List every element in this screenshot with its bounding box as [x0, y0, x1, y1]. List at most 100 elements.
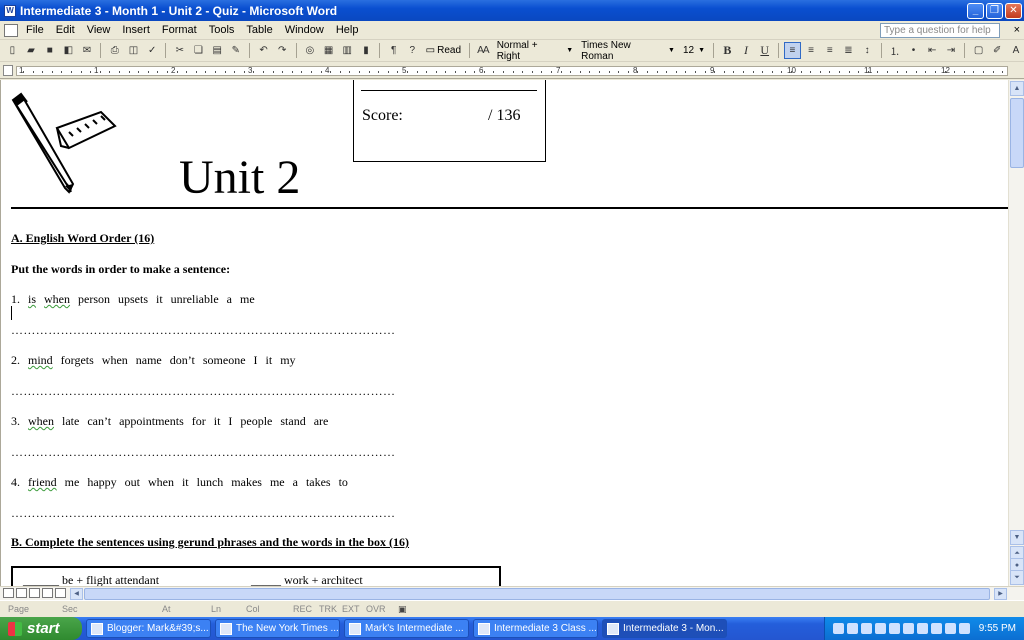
next-page-icon[interactable]: ⏷: [1010, 570, 1024, 585]
taskbar-button-nytimes[interactable]: The New York Times ...: [215, 619, 340, 638]
undo-icon[interactable]: ↶: [255, 42, 272, 59]
scroll-right-icon[interactable]: ▶: [994, 588, 1007, 600]
numbering-icon[interactable]: ⒈: [886, 42, 903, 59]
tray-icon[interactable]: [888, 623, 900, 634]
paste-icon[interactable]: ▤: [209, 42, 226, 59]
minimize-button[interactable]: _: [967, 2, 984, 19]
reading-layout-icon[interactable]: [55, 588, 66, 598]
copy-icon[interactable]: ❏: [190, 42, 207, 59]
tray-icon[interactable]: [860, 623, 872, 634]
menu-edit[interactable]: Edit: [50, 24, 81, 36]
open-folder-icon[interactable]: ▰: [23, 42, 40, 59]
align-right-icon[interactable]: ≡: [821, 42, 838, 59]
print-preview-icon[interactable]: ◫: [125, 42, 142, 59]
menu-view[interactable]: View: [81, 24, 117, 36]
tray-icon[interactable]: [902, 623, 914, 634]
highlight-icon[interactable]: ✐: [989, 42, 1006, 59]
insert-table-icon[interactable]: ▥: [339, 42, 356, 59]
scroll-down-icon[interactable]: ▼: [1010, 530, 1024, 545]
menu-insert[interactable]: Insert: [116, 24, 156, 36]
read-button[interactable]: ▭ Read: [423, 45, 464, 56]
menu-tools[interactable]: Tools: [203, 24, 241, 36]
italic-button[interactable]: I: [738, 42, 755, 59]
status-trk[interactable]: TRK: [319, 604, 337, 614]
spelling-icon[interactable]: ✓: [144, 42, 161, 59]
taskbar-button-class-folder[interactable]: Intermediate 3 Class ...: [473, 619, 598, 638]
scroll-thumb[interactable]: [1010, 98, 1024, 168]
status-ovr[interactable]: OVR: [366, 604, 386, 614]
taskbar-button-word[interactable]: Intermediate 3 - Mon...: [602, 619, 727, 638]
show-hide-icon[interactable]: ¶: [385, 42, 402, 59]
print-layout-view-icon[interactable]: [29, 588, 40, 598]
tray-icon[interactable]: [874, 623, 886, 634]
bold-button[interactable]: B: [719, 42, 736, 59]
vertical-scrollbar[interactable]: ▲ ▼ ⏶ ● ⏷: [1008, 80, 1024, 586]
align-center-icon[interactable]: ≡: [803, 42, 820, 59]
styles-icon[interactable]: Ꜳ: [475, 42, 492, 59]
ruler-tick: [195, 71, 197, 73]
print-icon[interactable]: ⎙: [106, 42, 123, 59]
close-document-icon[interactable]: ×: [1014, 24, 1020, 36]
help-icon[interactable]: ?: [404, 42, 421, 59]
tray-icon[interactable]: [832, 623, 844, 634]
justify-icon[interactable]: ≣: [840, 42, 857, 59]
document-icon[interactable]: [4, 23, 18, 37]
menu-table[interactable]: Table: [240, 24, 278, 36]
start-button[interactable]: start: [0, 617, 82, 640]
tables-borders-icon[interactable]: ▦: [320, 42, 337, 59]
decrease-indent-icon[interactable]: ⇤: [924, 42, 941, 59]
scroll-up-icon[interactable]: ▲: [1010, 81, 1024, 96]
tray-icon[interactable]: [944, 623, 956, 634]
hyperlink-icon[interactable]: ◎: [302, 42, 319, 59]
status-ext[interactable]: EXT: [342, 604, 360, 614]
border-icon[interactable]: ▢: [970, 42, 987, 59]
menu-file[interactable]: File: [20, 24, 50, 36]
align-left-icon[interactable]: ≡: [784, 42, 801, 59]
menu-format[interactable]: Format: [156, 24, 203, 36]
email-icon[interactable]: ✉: [79, 42, 96, 59]
tab-selector-icon[interactable]: [3, 65, 13, 76]
redo-icon[interactable]: ↷: [274, 42, 291, 59]
ruler-track[interactable]: 1123456789101112: [16, 66, 1008, 76]
outline-view-icon[interactable]: [42, 588, 53, 598]
increase-indent-icon[interactable]: ⇥: [943, 42, 960, 59]
spelling-status-icon[interactable]: ▣: [398, 604, 407, 615]
word-app-icon[interactable]: W: [4, 4, 16, 17]
taskbar-button-marks-intermediate[interactable]: Mark's Intermediate ...: [344, 619, 469, 638]
document-page[interactable]: Score: / 136 Unit 2 A. English Word Orde…: [0, 80, 1008, 586]
title-bar[interactable]: W Intermediate 3 - Month 1 - Unit 2 - Qu…: [0, 0, 1024, 21]
font-color-icon[interactable]: A: [1008, 42, 1024, 59]
tray-icon[interactable]: [930, 623, 942, 634]
ruler[interactable]: 1123456789101112: [0, 63, 1024, 79]
menu-help[interactable]: Help: [330, 24, 365, 36]
ruler-tick: [906, 71, 908, 73]
columns-icon[interactable]: ▮: [358, 42, 375, 59]
scroll-left-icon[interactable]: ◀: [70, 588, 83, 600]
format-painter-icon[interactable]: ✎: [228, 42, 245, 59]
close-button[interactable]: ✕: [1005, 2, 1022, 19]
underline-button[interactable]: U: [756, 42, 773, 59]
volume-icon[interactable]: [958, 623, 970, 634]
line-spacing-icon[interactable]: ↕: [859, 42, 876, 59]
normal-view-icon[interactable]: [3, 588, 14, 598]
clock[interactable]: 9:55 PM: [979, 623, 1016, 634]
status-rec[interactable]: REC: [293, 604, 312, 614]
cut-icon[interactable]: ✂: [171, 42, 188, 59]
horizontal-scroll-thumb[interactable]: [84, 588, 990, 600]
horizontal-scrollbar[interactable]: ◀ ▶: [0, 586, 1024, 600]
font-size-select[interactable]: 12 ▼: [680, 42, 708, 59]
help-search-input[interactable]: Type a question for help: [880, 22, 1000, 38]
menu-window[interactable]: Window: [279, 24, 330, 36]
save-icon[interactable]: ■: [41, 42, 58, 59]
ruler-tick: [387, 71, 389, 73]
bullets-icon[interactable]: •: [905, 42, 922, 59]
new-document-icon[interactable]: ▯: [4, 42, 21, 59]
tray-icon[interactable]: [846, 623, 858, 634]
tray-icon[interactable]: [916, 623, 928, 634]
permission-icon[interactable]: ◧: [60, 42, 77, 59]
font-select[interactable]: Times New Roman ▼: [578, 40, 678, 62]
taskbar-button-blogger[interactable]: Blogger: Mark&#39;s...: [86, 619, 211, 638]
restore-button[interactable]: ❐: [986, 2, 1003, 19]
web-layout-view-icon[interactable]: [16, 588, 27, 598]
style-select[interactable]: Normal + Right ▼: [494, 40, 576, 62]
